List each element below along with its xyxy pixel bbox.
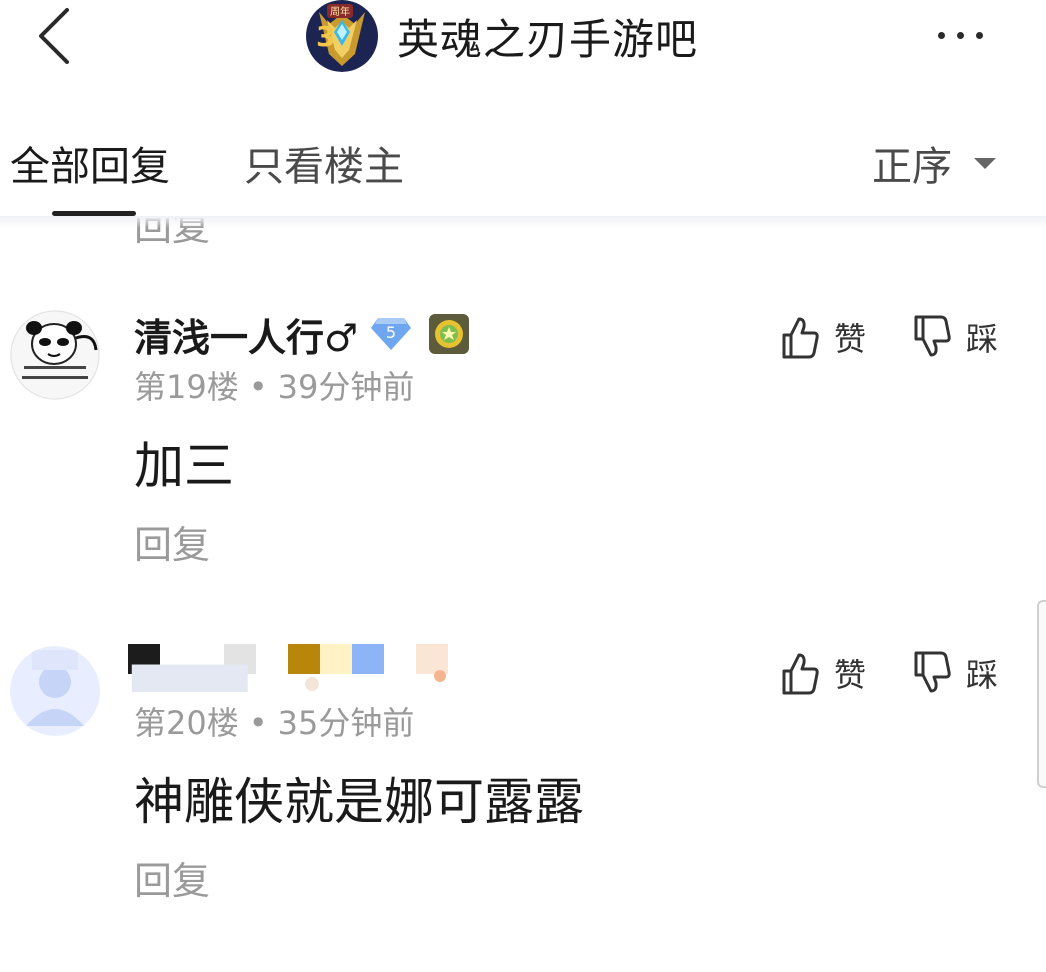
dislike-button[interactable]: 踩 (912, 314, 998, 360)
post-time: 35分钟前 (277, 704, 415, 742)
level-number: 5 (386, 323, 396, 342)
thumbs-up-icon (782, 653, 819, 695)
meta-separator: • (248, 704, 268, 742)
post-content: 加三 (134, 437, 234, 495)
like-button[interactable]: 赞 (780, 650, 866, 696)
like-button[interactable]: 赞 (780, 314, 866, 360)
forum-logo-icon: 周年 3 (306, 0, 378, 72)
top-bar: 周年 3 英魂之刃手游吧 (0, 0, 1046, 82)
avatar[interactable] (10, 310, 100, 400)
more-dot (975, 31, 983, 39)
avatar[interactable] (10, 646, 100, 736)
tab-all-replies[interactable]: 全部回复 (10, 134, 170, 192)
default-user-avatar-icon (10, 646, 100, 736)
forum-header[interactable]: 周年 3 英魂之刃手游吧 (305, 0, 698, 72)
post-meta: 第19楼 • 39分钟前 (134, 362, 414, 408)
tab-owner-only[interactable]: 只看楼主 (244, 134, 404, 192)
scrollbar[interactable] (1037, 600, 1046, 788)
like-label: 赞 (834, 320, 867, 358)
post-time: 39分钟前 (277, 368, 415, 406)
svg-text:3: 3 (316, 20, 335, 53)
sort-order-label: 正序 (872, 144, 952, 190)
thumbs-down-icon (914, 315, 951, 357)
panda-meme-avatar-icon (10, 310, 100, 400)
floor-number: 第20楼 (134, 704, 239, 742)
svg-text:▇▇▇▇▇: ▇▇▇▇▇ (131, 661, 248, 692)
dislike-label: 踩 (966, 656, 999, 694)
forum-avatar[interactable]: 周年 3 (305, 0, 379, 72)
reply-button[interactable]: 回复 (134, 850, 210, 905)
chevron-left-icon (39, 8, 69, 64)
floor-number: 第19楼 (134, 368, 239, 406)
thumbs-down-icon (914, 651, 951, 693)
post-meta: 第20楼 • 35分钟前 (134, 698, 414, 744)
reply-filter-tabs: 全部回复 只看楼主 正序 (0, 110, 1046, 218)
dislike-button[interactable]: 踩 (912, 650, 998, 696)
like-label: 赞 (834, 656, 867, 694)
medal-badge-icon (429, 314, 470, 354)
back-button[interactable] (24, 4, 84, 68)
reply-button[interactable]: 回复 (134, 514, 210, 569)
forum-badge-text: 周年 (330, 5, 350, 18)
thumbs-up-icon (782, 317, 819, 359)
meta-separator: • (248, 368, 268, 406)
user-line: 清浅一人行♂ 5 (134, 308, 470, 360)
more-dot (956, 31, 964, 39)
level-badge-icon: 5 (371, 318, 412, 350)
post-content: 神雕侠就是娜可露露 (134, 773, 584, 831)
dislike-label: 踩 (966, 320, 999, 358)
sort-order-dropdown[interactable]: 正序 (872, 134, 996, 192)
thread-page: 周年 3 英魂之刃手游吧 回复 全部回复 只看楼主 正序 (0, 0, 1046, 972)
caret-down-icon (974, 157, 996, 169)
username[interactable]: 清浅一人行♂ (134, 307, 358, 362)
more-dot (937, 31, 945, 39)
more-button[interactable] (922, 10, 998, 60)
tabs-divider (0, 216, 1046, 228)
username-obscured[interactable]: ▇▇▇▇▇ (128, 640, 468, 692)
forum-title[interactable]: 英魂之刃手游吧 (397, 6, 698, 67)
